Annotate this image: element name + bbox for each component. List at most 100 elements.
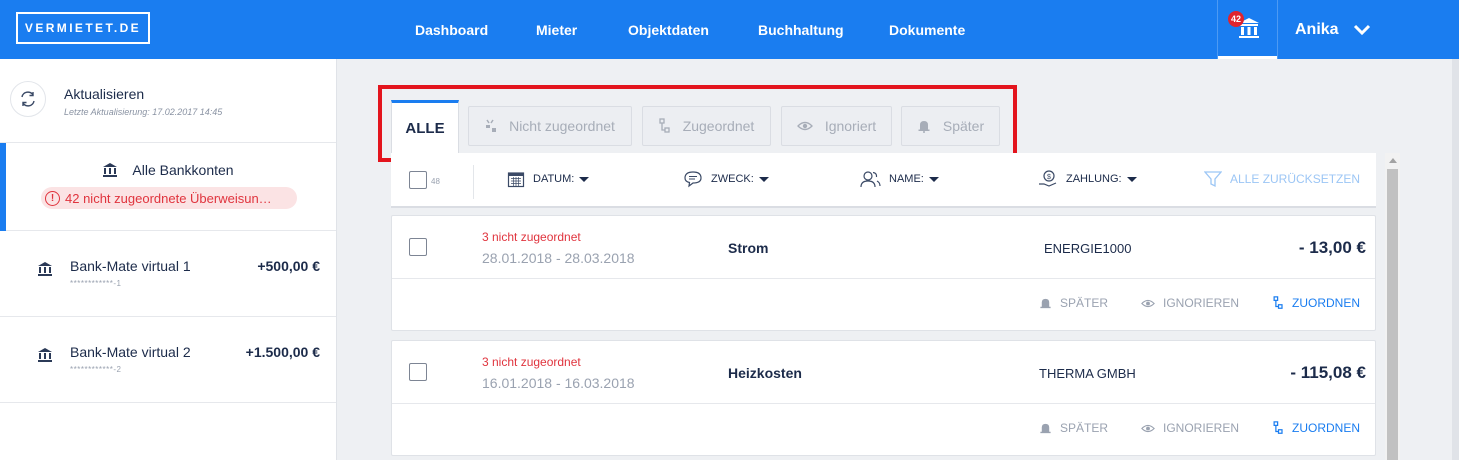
nav-dashboard[interactable]: Dashboard — [415, 0, 488, 59]
eye-icon — [796, 121, 813, 131]
linked-icon — [659, 118, 670, 133]
caret-down-icon — [579, 176, 590, 182]
sidebar-item-account-2[interactable]: Bank-Mate virtual 2 ************-2 +1.50… — [0, 317, 336, 403]
later-label: SPÄTER — [1060, 421, 1109, 435]
eye-icon — [1141, 424, 1155, 432]
payee-name: ENERGIE1000 — [1044, 241, 1132, 256]
filter-purpose-label: ZWECK: — [711, 173, 754, 185]
tab-ignoriert[interactable]: Ignoriert — [781, 106, 892, 146]
bell-icon — [1040, 423, 1051, 433]
caret-down-icon — [928, 176, 939, 182]
sidebar: Aktualisieren Letzte Aktualisierung: 17.… — [0, 59, 337, 460]
tab-label: Nicht zugeordnet — [509, 118, 615, 134]
chevron-down-icon — [1353, 24, 1370, 35]
refresh-icon — [21, 91, 35, 107]
filter-bar: 48 DATUM: ZWECK: NAME: $ ZAHLUNG: ALLE Z… — [391, 153, 1376, 208]
account-iban: ************-1 — [70, 279, 122, 288]
filter-purpose[interactable]: ZWECK: — [683, 170, 769, 188]
sidebar-item-all-accounts[interactable]: Alle Bankkonten ! 42 nicht zugeordnete Ü… — [0, 143, 336, 231]
later-button[interactable]: SPÄTER — [1039, 296, 1108, 310]
refresh-section: Aktualisieren Letzte Aktualisierung: 17.… — [0, 59, 336, 143]
date-range: 16.01.2018 - 16.03.2018 — [482, 375, 635, 391]
scroll-thumb[interactable] — [1387, 169, 1398, 460]
filter-date[interactable]: DATUM: — [507, 170, 590, 188]
bell-icon — [1040, 298, 1051, 308]
later-label: SPÄTER — [1060, 296, 1109, 310]
speech-bubble-icon — [684, 171, 702, 188]
nav-buchhaltung[interactable]: Buchhaltung — [758, 0, 844, 59]
filter-name-label: NAME: — [889, 173, 924, 185]
ignore-button[interactable]: IGNORIEREN — [1141, 421, 1239, 435]
transaction-summary: 3 nicht zugeordnet 16.01.2018 - 16.03.20… — [392, 341, 1375, 404]
tab-label: Ignoriert — [824, 118, 877, 134]
transaction-checkbox[interactable] — [409, 238, 427, 256]
ignore-button[interactable]: IGNORIEREN — [1141, 296, 1239, 310]
bank-notifications-button[interactable]: 42 — [1217, 0, 1278, 59]
bank-icon — [38, 348, 52, 362]
all-accounts-title: Alle Bankkonten — [0, 162, 336, 178]
ignore-label: IGNORIEREN — [1163, 421, 1240, 435]
payee-name: THERMA GMBH — [1039, 366, 1136, 381]
nav-objektdaten[interactable]: Objektdaten — [628, 0, 709, 59]
account-balance: +1.500,00 € — [245, 344, 320, 360]
assign-button[interactable]: ZUORDNEN — [1273, 296, 1360, 310]
assignment-status: 3 nicht zugeordnet — [482, 230, 581, 244]
transaction-amount: - 115,08 € — [1290, 363, 1366, 382]
unassigned-transfers-badge[interactable]: ! 42 nicht zugeordnete Überweisun… — [41, 187, 297, 209]
sidebar-item-account-1[interactable]: Bank-Mate virtual 1 ************-1 +500,… — [0, 231, 336, 317]
page-edge — [1452, 59, 1459, 460]
filter-name[interactable]: NAME: — [859, 170, 939, 188]
transaction-amount: - 13,00 € — [1298, 238, 1366, 257]
tab-alle[interactable]: ALLE — [391, 100, 459, 154]
user-name: Anika — [1295, 20, 1339, 38]
unassigned-badge-text: 42 nicht zugeordnete Überweisun… — [65, 190, 272, 206]
transaction-count: 48 — [431, 177, 440, 186]
bell-icon — [918, 121, 930, 133]
refresh-button[interactable] — [10, 81, 46, 117]
filter-payment[interactable]: $ ZAHLUNG: — [1038, 170, 1137, 188]
filter-icon — [1204, 171, 1222, 188]
later-button[interactable]: SPÄTER — [1039, 421, 1108, 435]
transaction-purpose: Heizkosten — [728, 365, 802, 381]
transaction-purpose: Strom — [728, 240, 769, 256]
transaction-card: 3 nicht zugeordnet 16.01.2018 - 16.03.20… — [391, 340, 1376, 456]
top-navigation-bar: VERMIETET.DE Dashboard Mieter Objektdate… — [0, 0, 1459, 59]
assign-button[interactable]: ZUORDNEN — [1273, 421, 1360, 435]
refresh-label[interactable]: Aktualisieren — [64, 86, 144, 102]
assign-label: ZUORDNEN — [1292, 296, 1360, 310]
account-name: Bank-Mate virtual 1 — [70, 258, 191, 274]
linked-icon — [1273, 421, 1283, 434]
bank-icon — [38, 262, 52, 276]
filter-payment-label: ZAHLUNG: — [1066, 173, 1122, 185]
divider — [473, 165, 474, 199]
filter-date-label: DATUM: — [533, 173, 575, 185]
logo[interactable]: VERMIETET.DE — [16, 12, 150, 44]
user-menu[interactable]: Anika — [1295, 0, 1371, 59]
eye-icon — [1141, 299, 1155, 307]
active-indicator — [0, 143, 6, 231]
svg-text:$: $ — [1047, 174, 1051, 181]
scroll-up-arrow[interactable] — [1389, 158, 1397, 163]
caret-down-icon — [758, 176, 769, 182]
ignore-label: IGNORIEREN — [1163, 296, 1240, 310]
tab-label: Zugeordnet — [682, 118, 755, 134]
account-iban: ************-2 — [70, 365, 122, 374]
tab-spaeter[interactable]: Später — [901, 106, 1000, 146]
select-all-checkbox[interactable] — [409, 171, 427, 189]
reset-label: ALLE ZURÜCKSETZEN — [1230, 172, 1361, 186]
exclamation-icon: ! — [45, 190, 60, 206]
money-hand-icon: $ — [1039, 170, 1057, 187]
account-balance: +500,00 € — [257, 258, 320, 274]
caret-down-icon — [1126, 176, 1137, 182]
tab-nicht-zugeordnet[interactable]: Nicht zugeordnet — [468, 106, 632, 146]
nav-dokumente[interactable]: Dokumente — [889, 0, 965, 59]
transaction-summary: 3 nicht zugeordnet 28.01.2018 - 28.03.20… — [392, 216, 1375, 279]
reset-all-filters-button[interactable]: ALLE ZURÜCKSETZEN — [1204, 170, 1360, 188]
nav-mieter[interactable]: Mieter — [536, 0, 577, 59]
account-name: Bank-Mate virtual 2 — [70, 344, 191, 360]
all-accounts-label: Alle Bankkonten — [132, 162, 234, 178]
transaction-checkbox[interactable] — [409, 363, 427, 381]
tab-label: Später — [942, 118, 985, 134]
tab-zugeordnet[interactable]: Zugeordnet — [642, 106, 771, 146]
scrollbar[interactable] — [1385, 153, 1400, 460]
